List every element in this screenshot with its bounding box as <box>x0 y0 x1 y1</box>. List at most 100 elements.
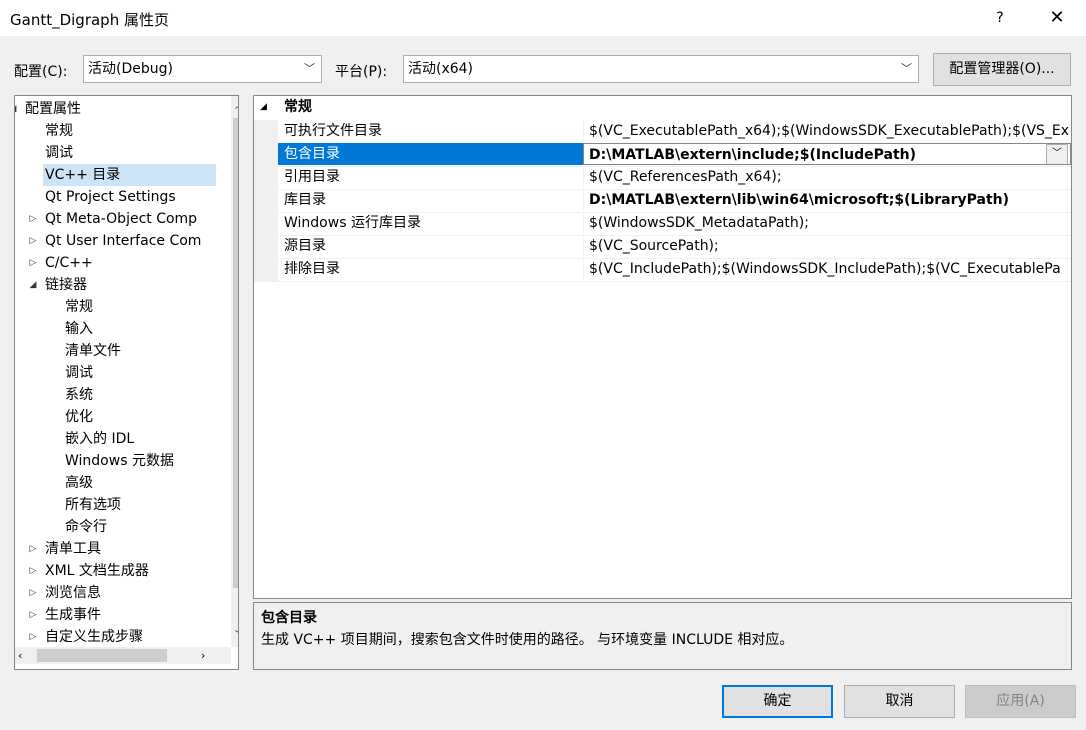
tree-item-label: 清单文件 <box>65 343 121 359</box>
value-dropdown-button[interactable]: ﹀ <box>1046 144 1068 164</box>
property-name[interactable]: 引用目录 <box>278 166 583 188</box>
tree-item[interactable]: ▷ C/C++ <box>15 252 231 274</box>
title-bar: Gantt_Digraph 属性页 ? ✕ <box>0 0 1086 36</box>
tree-item[interactable]: 输入 <box>15 318 231 340</box>
tree-item-label: 常规 <box>45 123 73 139</box>
tree-item[interactable]: ▷ XML 文档生成器 <box>15 560 231 582</box>
property-value[interactable]: $(VC_ReferencesPath_x64); <box>583 166 1071 188</box>
tree-item[interactable]: 优化 <box>15 406 231 428</box>
scroll-up-icon[interactable]: ︿ <box>231 98 238 111</box>
tree-item[interactable]: ▷ 自定义生成步骤 <box>15 626 231 648</box>
tree-item-label: 系统 <box>65 387 93 403</box>
collapsed-icon[interactable]: ▷ <box>27 230 39 252</box>
tree-item[interactable]: 常规 <box>15 296 231 318</box>
property-value[interactable]: D:\MATLAB\extern\lib\win64\microsoft;$(L… <box>583 189 1071 211</box>
tree-item[interactable]: ▷ 生成事件 <box>15 604 231 626</box>
tree-item[interactable]: ▷ Qt User Interface Com <box>15 230 231 252</box>
expanded-icon[interactable]: ◢ <box>27 274 39 296</box>
property-row[interactable]: 库目录 D:\MATLAB\extern\lib\win64\microsoft;… <box>254 189 1071 213</box>
tree-item-label: 浏览信息 <box>45 585 101 601</box>
property-name[interactable]: 可执行文件目录 <box>278 120 583 142</box>
tree-item[interactable]: ◢ 链接器 <box>15 274 231 296</box>
tree-item[interactable]: 系统 <box>15 384 231 406</box>
scroll-thumb[interactable] <box>37 649 167 662</box>
property-name[interactable]: 源目录 <box>278 235 583 257</box>
tree-item-label: Qt Meta-Object Comp <box>45 211 198 227</box>
tree-item[interactable]: 命令行 <box>15 516 231 538</box>
collapsed-icon[interactable]: ▷ <box>27 560 39 582</box>
apply-button[interactable]: 应用(A) <box>965 685 1076 718</box>
expanded-icon[interactable]: ◢ <box>15 98 19 120</box>
platform-label: 平台(P): <box>335 64 388 80</box>
property-row[interactable]: Windows 运行库目录 $(WindowsSDK_MetadataPath); <box>254 212 1071 236</box>
window-title: Gantt_Digraph 属性页 <box>10 11 169 29</box>
tree-horizontal-scrollbar[interactable]: ‹ › <box>15 647 231 664</box>
tree-item[interactable]: 常规 <box>15 120 231 142</box>
platform-dropdown[interactable]: 活动(x64) ﹀ <box>403 55 919 83</box>
configuration-dropdown[interactable]: 活动(Debug) ﹀ <box>83 55 322 83</box>
tree-item[interactable]: 高级 <box>15 472 231 494</box>
property-value-text: $(WindowsSDK_MetadataPath); <box>589 215 809 231</box>
category-label: 常规 <box>284 99 312 115</box>
property-tree[interactable]: ◢配置属性常规调试VC++ 目录Qt Project Settings▷Qt M… <box>14 95 239 670</box>
tree-item[interactable]: 调试 <box>15 362 231 384</box>
description-title: 包含目录 <box>261 610 317 626</box>
property-row[interactable]: 排除目录 $(VC_IncludePath);$(WindowsSDK_Inclu… <box>254 258 1071 282</box>
tree-item[interactable]: ◢ 配置属性 <box>15 98 231 120</box>
property-name[interactable]: 库目录 <box>278 189 583 211</box>
tree-item-label: Windows 元数据 <box>65 453 174 469</box>
property-value[interactable]: D:\MATLAB\extern\include;$(IncludePath) ﹀ <box>583 143 1071 165</box>
help-button[interactable]: ? <box>985 4 1015 32</box>
tree-item[interactable]: Qt Project Settings <box>15 186 231 208</box>
collapsed-icon[interactable]: ▷ <box>27 604 39 626</box>
property-name[interactable]: 包含目录 <box>278 143 583 165</box>
property-value[interactable]: $(VC_ExecutablePath_x64);$(WindowsSDK_Ex… <box>583 120 1071 142</box>
property-value-text: $(VC_ExecutablePath_x64);$(WindowsSDK_Ex… <box>589 123 1070 139</box>
ok-button[interactable]: 确定 <box>722 685 833 718</box>
property-row[interactable]: 包含目录 D:\MATLAB\extern\include;$(IncludePa… <box>254 143 1071 167</box>
tree-item[interactable]: Windows 元数据 <box>15 450 231 472</box>
tree-item[interactable]: 所有选项 <box>15 494 231 516</box>
tree-vertical-scrollbar[interactable]: ︿ ﹀ <box>231 96 238 647</box>
close-button[interactable]: ✕ <box>1038 4 1076 32</box>
property-value[interactable]: $(VC_IncludePath);$(WindowsSDK_IncludePa… <box>583 258 1071 280</box>
tree-item-label: 常规 <box>65 299 93 315</box>
scroll-down-icon[interactable]: ﹀ <box>231 628 238 641</box>
category-header[interactable]: ◢ 常规 <box>254 96 1071 119</box>
scroll-right-icon[interactable]: › <box>201 647 205 664</box>
tree-item[interactable]: 调试 <box>15 142 231 164</box>
collapse-icon[interactable]: ◢ <box>260 96 267 119</box>
tree-item-label: 命令行 <box>65 519 107 535</box>
property-row[interactable]: 引用目录 $(VC_ReferencesPath_x64); <box>254 166 1071 190</box>
collapsed-icon[interactable]: ▷ <box>27 626 39 648</box>
property-grid[interactable]: ◢ 常规 可执行文件目录 $(VC_ExecutablePath_x64);$(W… <box>253 95 1072 599</box>
row-gutter <box>254 189 278 212</box>
tree-item-label: 自定义生成步骤 <box>45 629 143 645</box>
scroll-left-icon[interactable]: ‹ <box>18 647 22 664</box>
collapsed-icon[interactable]: ▷ <box>27 582 39 604</box>
row-gutter <box>254 143 278 166</box>
platform-value: 活动(x64) <box>408 61 474 77</box>
property-name[interactable]: Windows 运行库目录 <box>278 212 583 234</box>
property-value[interactable]: $(VC_SourcePath); <box>583 235 1071 257</box>
collapsed-icon[interactable]: ▷ <box>27 208 39 230</box>
tree-item[interactable]: VC++ 目录 <box>43 164 216 186</box>
tree-item-label: C/C++ <box>45 255 93 271</box>
tree-item[interactable]: ▷ 清单工具 <box>15 538 231 560</box>
configuration-manager-button[interactable]: 配置管理器(O)... <box>933 53 1071 86</box>
tree-item[interactable]: ▷ 浏览信息 <box>15 582 231 604</box>
collapsed-icon[interactable]: ▷ <box>27 252 39 274</box>
property-row[interactable]: 可执行文件目录 $(VC_ExecutablePath_x64);$(Window… <box>254 120 1071 144</box>
property-name[interactable]: 排除目录 <box>278 258 583 280</box>
cancel-button[interactable]: 取消 <box>844 685 955 718</box>
tree-item[interactable]: 嵌入的 IDL <box>15 428 231 450</box>
scroll-thumb[interactable] <box>233 118 238 588</box>
tree-item[interactable]: 清单文件 <box>15 340 231 362</box>
collapsed-icon[interactable]: ▷ <box>27 538 39 560</box>
row-gutter <box>254 166 278 189</box>
property-row[interactable]: 源目录 $(VC_SourcePath); <box>254 235 1071 259</box>
property-value[interactable]: $(WindowsSDK_MetadataPath); <box>583 212 1071 234</box>
tree-item-label: 所有选项 <box>65 497 121 513</box>
description-pane: 包含目录 生成 VC++ 项目期间，搜索包含文件时使用的路径。 与环境变量 IN… <box>253 602 1072 670</box>
tree-item[interactable]: ▷ Qt Meta-Object Comp <box>15 208 231 230</box>
